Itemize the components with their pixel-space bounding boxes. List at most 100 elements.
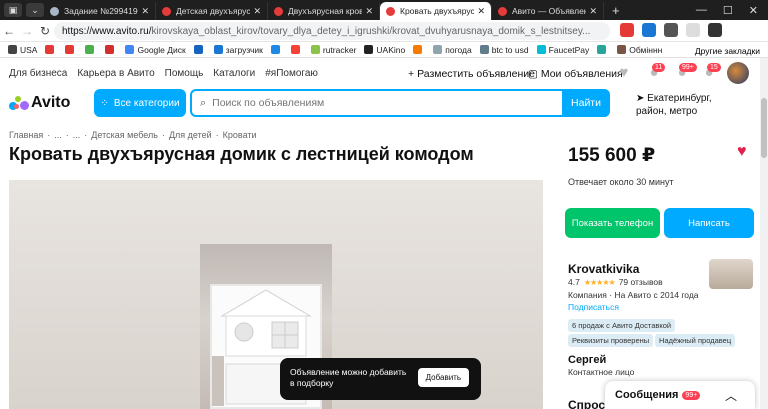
messages-label: Сообщения (615, 389, 679, 401)
header-link-career[interactable]: Карьера в Авито (77, 68, 154, 79)
bookmark-item[interactable]: btc to usd (479, 44, 529, 55)
browser-tab[interactable]: Авито — Объявления в✕ (492, 2, 604, 20)
window-controls: — ☐ ✕ (696, 0, 768, 20)
bookmark-label: rutracker (322, 44, 357, 55)
bookmark-item[interactable] (290, 45, 303, 54)
breadcrumb-item[interactable]: Главная (9, 130, 43, 140)
bookmark-item[interactable] (597, 45, 609, 54)
bookmark-favicon-icon (105, 45, 115, 54)
chip-verified-details: Реквизиты проверены (568, 334, 654, 347)
notifications-badge: 11 (652, 63, 666, 72)
avito-logo-icon (9, 96, 29, 110)
breadcrumb-item[interactable]: ... (54, 130, 62, 140)
extension-icon[interactable] (642, 23, 656, 37)
extensions-puzzle-icon[interactable] (664, 23, 678, 37)
sidebar-icon[interactable] (686, 23, 700, 37)
bookmark-favicon-icon (193, 45, 203, 54)
search-button[interactable]: Найти (562, 89, 610, 117)
bookmark-item[interactable]: Обміннн (617, 45, 662, 55)
bookmark-item[interactable] (193, 45, 206, 54)
chevron-up-icon[interactable]: ︿ (725, 387, 737, 404)
bookmark-label: FaucetPay (548, 44, 590, 55)
bookmark-item[interactable] (85, 45, 97, 54)
tab-close-icon[interactable]: ✕ (365, 6, 373, 17)
bookmark-item[interactable]: погода (433, 45, 472, 55)
breadcrumb-item[interactable]: Кровати (223, 130, 257, 140)
tab-close-icon[interactable]: ✕ (477, 6, 485, 17)
browser-tab[interactable]: Детская двухъярусная к✕ (156, 2, 268, 20)
browser-tab[interactable]: Задание №2994190 - про✕ (44, 2, 156, 20)
bookmark-item[interactable] (270, 45, 283, 54)
bookmark-favicon-icon (125, 45, 135, 54)
url-path: kirovskaya_oblast_kirov/tovary_dlya_dete… (151, 25, 591, 37)
bookmark-item[interactable]: Google Диск (125, 45, 186, 55)
write-message-button[interactable]: Написать (664, 208, 754, 238)
location-selector[interactable]: ➤ Екатеринбург, район, метро (636, 92, 712, 118)
header-link-help[interactable]: Помощь (165, 68, 204, 79)
extensions-area (620, 23, 722, 37)
my-ads-label: Мои объявления (540, 68, 623, 80)
url-field[interactable]: https://www.avito.ru/ kirovskaya_oblast_… (54, 22, 610, 40)
bookmark-item[interactable] (413, 45, 425, 54)
extension-icon[interactable] (620, 23, 634, 37)
all-categories-button[interactable]: ⁘ Все категории (94, 89, 186, 117)
menu-icon[interactable] (708, 23, 722, 37)
search-icon: ⌕ (200, 96, 207, 109)
bookmark-item[interactable]: FaucetPay (536, 44, 590, 55)
bookmark-item[interactable]: UAKino (364, 45, 405, 55)
back-icon[interactable]: ← (0, 24, 18, 38)
messages-panel[interactable]: Сообщения 99+ ︿ (605, 381, 755, 409)
my-ads-link[interactable]: ▢ Мои объявления (528, 68, 623, 80)
tab-close-icon[interactable]: ✕ (253, 6, 261, 17)
favorites-heart-icon[interactable]: ♥ (615, 64, 633, 82)
post-ad-link[interactable]: + Разместить объявление (408, 68, 535, 80)
tab-close-icon[interactable]: ✕ (589, 6, 597, 17)
seller-rating: 4.7 ★★★★★ 79 отзывов (568, 277, 663, 287)
show-phone-button[interactable]: Показать телефон (565, 208, 660, 238)
bookmark-item[interactable]: USA (8, 45, 37, 55)
forward-icon[interactable]: → (18, 24, 36, 38)
bookmark-item[interactable]: rutracker (310, 44, 357, 55)
browser-tab[interactable]: Кровать двухъярусная✕ (380, 2, 492, 20)
favorite-heart-icon[interactable]: ♥ (737, 143, 747, 161)
breadcrumb-item[interactable]: Для детей (169, 130, 212, 140)
other-bookmarks[interactable]: Другие закладки (695, 46, 760, 56)
reviews-link[interactable]: 79 отзывов (619, 277, 663, 287)
browser-tab[interactable]: Двухъярусная кровать д✕ (268, 2, 380, 20)
breadcrumb-item[interactable]: Детская мебель (91, 130, 158, 140)
tab-close-icon[interactable]: ✕ (141, 6, 149, 17)
close-window-icon[interactable]: ✕ (749, 4, 758, 17)
tab-search-icon[interactable]: ▣ (4, 3, 22, 17)
header-link-business[interactable]: Для бизнеса (9, 68, 67, 79)
bookmark-label: UAKino (376, 44, 406, 55)
maximize-icon[interactable]: ☐ (723, 4, 733, 17)
avito-logo[interactable]: Avito (9, 94, 70, 112)
logo-text: Avito (31, 94, 71, 111)
breadcrumb-item[interactable]: ... (73, 130, 81, 140)
search-input[interactable] (212, 97, 553, 109)
bookmark-item[interactable] (65, 45, 77, 54)
header-link-help-hashtag[interactable]: #яПомогаю (265, 68, 318, 79)
rating-stars-icon: ★★★★★ (583, 277, 616, 287)
minimize-icon[interactable]: — (696, 4, 707, 16)
bookmark-item[interactable] (105, 45, 117, 54)
page-scrollbar[interactable] (760, 58, 768, 409)
seller-thumbnail[interactable] (709, 259, 753, 289)
bookmark-item[interactable] (45, 45, 57, 54)
scrollbar-thumb[interactable] (761, 98, 767, 158)
avatar[interactable] (727, 62, 749, 84)
price: 155 600 ₽ (568, 145, 656, 166)
bookmark-favicon-icon (617, 45, 627, 54)
bookmark-favicon-icon (45, 45, 55, 54)
toast-add-button[interactable]: Добавить (417, 368, 469, 387)
tab-list-chevron-icon[interactable]: ⌄ (26, 3, 44, 17)
seller-name[interactable]: Krovatkivika (568, 262, 639, 276)
reload-icon[interactable]: ↻ (36, 24, 54, 38)
new-tab-icon[interactable]: + (612, 3, 620, 18)
bookmark-favicon-icon (536, 45, 546, 54)
subscribe-link[interactable]: Подписаться (568, 302, 619, 312)
bookmarks-bar: USA Google Диск загрузчик rutracker UAKino по… (0, 42, 768, 58)
bookmark-label: btc to usd (491, 44, 529, 55)
bookmark-item[interactable]: загрузчик (213, 45, 263, 55)
header-link-catalogs[interactable]: Каталоги (213, 68, 255, 79)
